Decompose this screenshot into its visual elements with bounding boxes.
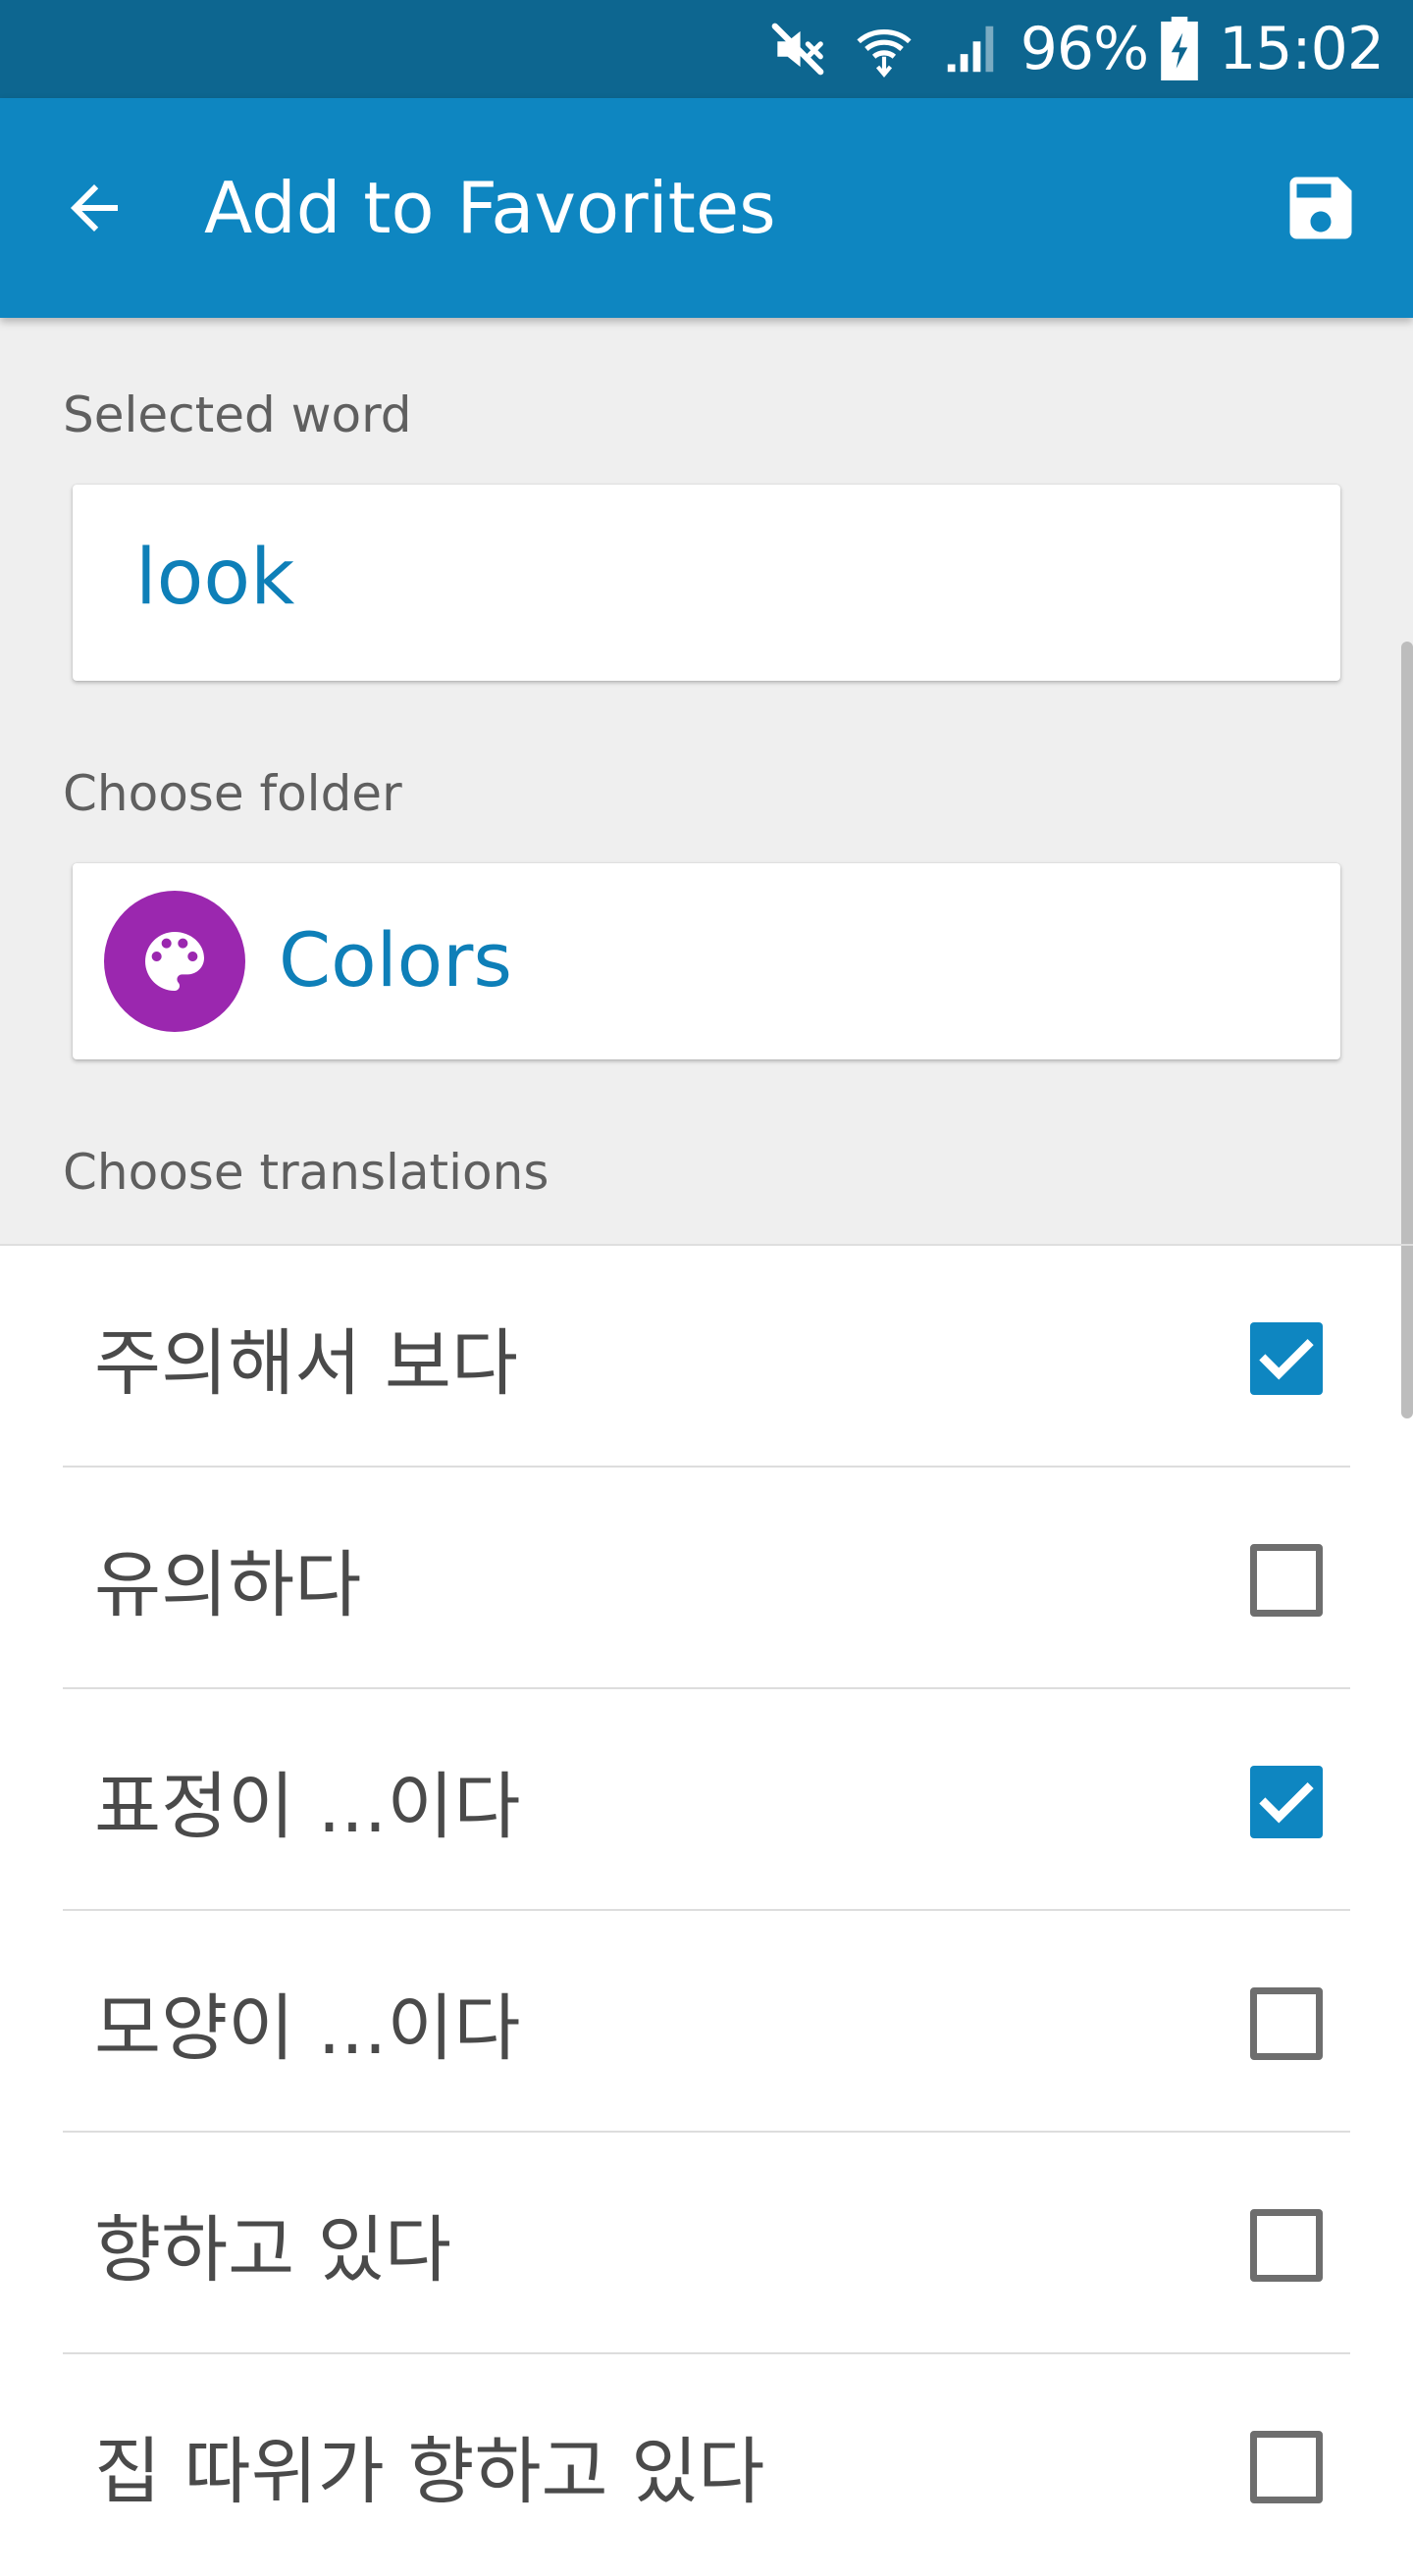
checkbox-checked[interactable] [1250,1766,1323,1838]
battery-percent: 96% [1020,15,1149,83]
check-icon [1259,1339,1314,1380]
wifi-icon [854,19,915,79]
folder-selector[interactable]: Colors [73,863,1340,1059]
translation-text: 주의해서 보다 [94,1321,519,1406]
checkbox-unchecked[interactable] [1250,1987,1323,2060]
save-button[interactable] [1270,157,1372,259]
back-button[interactable] [47,161,141,255]
checkbox-unchecked[interactable] [1250,2431,1323,2503]
list-item[interactable]: 모양이 ...이다 [0,1911,1413,2133]
translation-text: 표정이 ...이다 [94,1765,521,1849]
list-item[interactable]: 유의하다 [0,1468,1413,1689]
folder-name: Colors [279,916,513,1004]
translation-text: 유의하다 [94,1543,362,1627]
choose-folder-label: Choose folder [63,765,402,822]
checkbox-checked[interactable] [1250,1322,1323,1395]
checkbox-unchecked[interactable] [1250,2209,1323,2282]
palette-icon [104,891,245,1032]
app-bar: Add to Favorites [0,98,1413,318]
clock: 15:02 [1219,15,1385,83]
status-bar: 96% 15:02 [0,0,1413,98]
selected-word-value: look [135,534,295,622]
selected-word-field[interactable]: look [73,485,1340,681]
selected-word-label: Selected word [63,386,412,443]
mute-icon [767,19,828,79]
list-item[interactable]: 향하고 있다 [0,2133,1413,2354]
list-item[interactable]: 집 따위가 향하고 있다 [0,2354,1413,2576]
translation-text: 집 따위가 향하고 있다 [94,2430,765,2514]
page-title: Add to Favorites [204,167,776,249]
signal-icon [940,19,1001,79]
choose-translations-label: Choose translations [63,1144,550,1201]
battery-charging-icon [1160,17,1199,81]
save-icon [1289,177,1352,239]
list-item[interactable]: 주의해서 보다 [0,1246,1413,1468]
check-icon [1259,1782,1314,1824]
form-area: Selected word look Choose folder Colors … [0,318,1413,1418]
translation-text: 향하고 있다 [94,2208,451,2293]
list-item[interactable]: 표정이 ...이다 [0,1689,1413,1911]
checkbox-unchecked[interactable] [1250,1544,1323,1617]
arrow-back-icon [71,184,118,232]
translation-text: 모양이 ...이다 [94,1986,521,2071]
